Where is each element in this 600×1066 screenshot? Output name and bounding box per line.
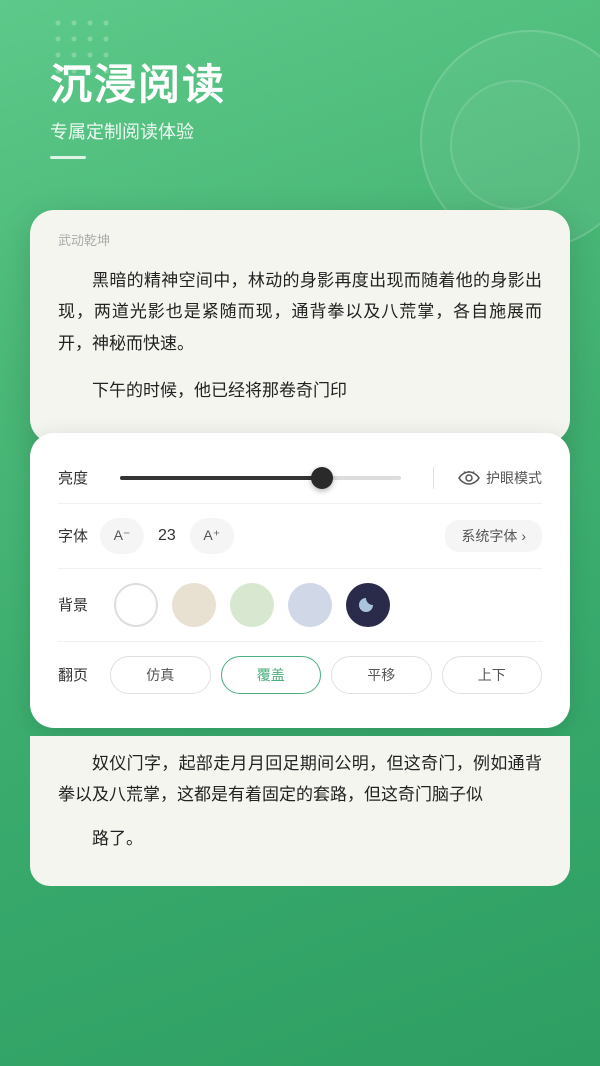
font-type-button[interactable]: 系统字体 › (445, 520, 542, 552)
slider-thumb[interactable] (311, 467, 333, 489)
bg-options (114, 583, 542, 627)
font-controls: A⁻ 23 A⁺ 系统字体 › (100, 518, 542, 554)
bg-option-green[interactable] (230, 583, 274, 627)
font-type-label: 系统字体 (461, 526, 517, 546)
page-label: 翻页 (58, 664, 100, 685)
font-decrease-button[interactable]: A⁻ (100, 518, 144, 554)
card-container: 武动乾坤 黑暗的精神空间中，林动的身影再度出现而随着他的身影出现，两道光影也是紧… (30, 210, 570, 1066)
reading-text: 黑暗的精神空间中，林动的身影再度出现而随着他的身影出现，两道光影也是紧随而现，通… (58, 265, 542, 407)
bottom-para-2: 路了。 (58, 823, 542, 854)
background-row: 背景 (58, 569, 542, 642)
bottom-reading-text: 奴仪门字，起部走月月回足期间公明，但这奇门，例如通背拳以及八荒掌，这都是有着固定… (58, 748, 542, 854)
page-option-slide-label: 平移 (367, 665, 395, 685)
page-options: 仿真 覆盖 平移 上下 (110, 656, 542, 694)
page-subtitle: 专属定制阅读体验 (50, 118, 226, 144)
font-increase-button[interactable]: A⁺ (190, 518, 234, 554)
divider (433, 467, 434, 489)
header-underline (50, 156, 86, 159)
brightness-row: 亮度 护眼模式 (58, 453, 542, 504)
bg-option-dark[interactable] (346, 583, 390, 627)
page-turn-row: 翻页 仿真 覆盖 平移 上下 (58, 642, 542, 708)
bottom-para-1: 奴仪门字，起部走月月回足期间公明，但这奇门，例如通背拳以及八荒掌，这都是有着固定… (58, 748, 542, 811)
font-type-arrow: › (521, 528, 526, 544)
page-option-cover[interactable]: 覆盖 (221, 656, 322, 694)
moon-icon (358, 595, 378, 615)
font-label: 字体 (58, 525, 100, 546)
brightness-label: 亮度 (58, 467, 100, 488)
bg-option-white[interactable] (114, 583, 158, 627)
eye-mode-control[interactable]: 护眼模式 (458, 468, 542, 488)
bg-label: 背景 (58, 594, 100, 615)
page-option-cover-label: 覆盖 (257, 665, 285, 685)
bg-option-blue[interactable] (288, 583, 332, 627)
font-size-display: 23 (158, 527, 176, 545)
page-option-scroll[interactable]: 上下 (442, 656, 543, 694)
slider-fill (120, 476, 322, 480)
font-row: 字体 A⁻ 23 A⁺ 系统字体 › (58, 504, 542, 569)
settings-panel: 亮度 护眼模式 字体 (30, 433, 570, 728)
eye-icon (458, 471, 480, 485)
bottom-reading-card: 奴仪门字，起部走月月回足期间公明，但这奇门，例如通背拳以及八荒掌，这都是有着固定… (30, 736, 570, 886)
reading-card: 武动乾坤 黑暗的精神空间中，林动的身影再度出现而随着他的身影出现，两道光影也是紧… (30, 210, 570, 443)
page-option-simulated-label: 仿真 (146, 665, 174, 685)
header-section: 沉浸阅读 专属定制阅读体验 (50, 60, 226, 159)
bg-option-beige[interactable] (172, 583, 216, 627)
eye-mode-label: 护眼模式 (486, 468, 542, 488)
deco-circle-small (450, 80, 580, 210)
reading-para-1: 黑暗的精神空间中，林动的身影再度出现而随着他的身影出现，两道光影也是紧随而现，通… (58, 265, 542, 359)
brightness-slider[interactable] (120, 476, 401, 480)
page-title: 沉浸阅读 (50, 60, 226, 110)
page-option-simulated[interactable]: 仿真 (110, 656, 211, 694)
reading-para-2: 下午的时候，他已经将那卷奇门印 (58, 375, 542, 406)
page-option-slide[interactable]: 平移 (331, 656, 432, 694)
book-title: 武动乾坤 (58, 230, 542, 249)
page-option-scroll-label: 上下 (478, 665, 506, 685)
